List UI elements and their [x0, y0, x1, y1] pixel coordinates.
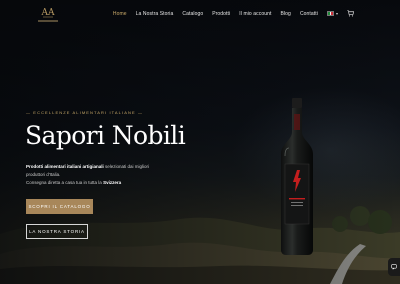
scopri-catalogo-button[interactable]: SCOPRI IL CATALOGO [26, 199, 93, 214]
svg-text:AA: AA [41, 8, 55, 18]
nav-catalogo[interactable]: Catalogo [182, 11, 203, 17]
logo-tagline-line [38, 20, 58, 22]
nav-home[interactable]: Home [113, 11, 127, 17]
cart-icon[interactable] [347, 10, 354, 17]
desc-line3-pre: Consegna diretta a casa tua in tutta la [26, 180, 104, 185]
nostra-storia-button[interactable]: LA NOSTRA STORIA [26, 224, 88, 239]
hero-title: Sapori Nobili [25, 121, 186, 150]
chat-icon [391, 264, 397, 270]
desc-line2: produttori d'Italia. [26, 172, 61, 177]
nav-la-nostra-storia[interactable]: La Nostra Storia [136, 11, 174, 17]
brand-logo[interactable]: AA [40, 4, 56, 20]
nav-il-mio-account[interactable]: Il mio account [239, 11, 271, 17]
hero-description: Prodotti alimentari italiani artigianali… [26, 163, 186, 187]
nav-prodotti[interactable]: Prodotti [212, 11, 230, 17]
wine-bottle-image [281, 98, 313, 255]
nav-contatti[interactable]: Contatti [300, 11, 318, 17]
hero-eyebrow: — ECCELLENZE ALIMENTARI ITALIANE — [26, 110, 144, 115]
desc-bold-products: Prodotti alimentari italiani artigianali [26, 164, 104, 169]
main-nav: Home La Nostra Storia Catalogo Prodotti … [113, 10, 354, 17]
chat-widget-button[interactable] [388, 258, 400, 276]
nav-blog[interactable]: Blog [281, 11, 291, 17]
italy-flag-icon[interactable] [326, 11, 334, 16]
desc-bold-svizzera: Svizzera [103, 180, 122, 185]
chevron-down-icon[interactable]: ▾ [336, 11, 338, 16]
desc-line1-rest: selezionati dai migliori [103, 164, 150, 169]
